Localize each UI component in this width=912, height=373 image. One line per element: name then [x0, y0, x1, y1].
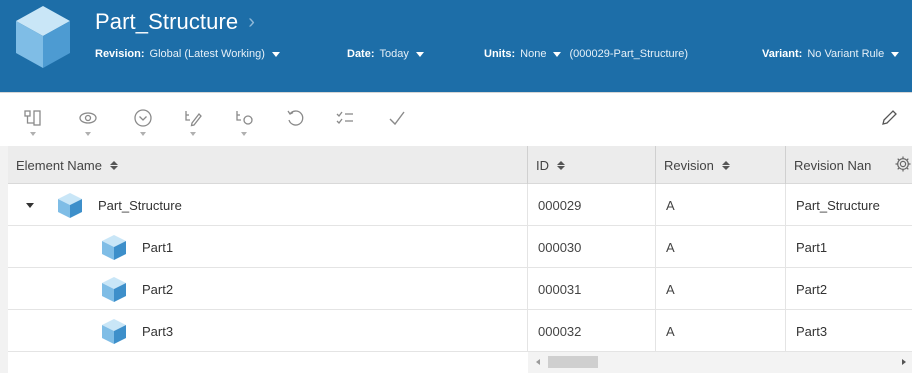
column-label: Revision Nan	[794, 157, 872, 173]
expand-toggle-icon[interactable]	[26, 202, 34, 208]
column-header-revision[interactable]: Revision	[656, 146, 786, 184]
part-cube-icon	[102, 319, 126, 344]
units-value: None	[520, 48, 547, 60]
chevron-down-icon[interactable]	[190, 132, 196, 136]
undo-icon[interactable]	[284, 107, 306, 129]
revision-label: Revision:	[95, 48, 145, 60]
edit-structure-icon[interactable]	[182, 107, 204, 129]
element-name-cell: Part_Structure	[8, 184, 528, 226]
chevron-down-icon	[271, 51, 280, 57]
checklist-icon[interactable]	[334, 107, 356, 129]
date-label: Date:	[347, 48, 375, 60]
chevron-down-icon[interactable]	[241, 132, 247, 136]
chevron-down-icon[interactable]	[140, 132, 146, 136]
revision-name-cell: Part_Structure	[796, 197, 880, 213]
horizontal-scrollbar[interactable]	[528, 352, 912, 373]
revision-cell: A	[656, 310, 786, 352]
left-gutter	[0, 146, 8, 373]
gear-icon[interactable]	[894, 155, 912, 173]
scroll-right-icon[interactable]	[902, 359, 906, 365]
sort-icon[interactable]	[557, 160, 565, 170]
eye-icon[interactable]	[77, 107, 99, 129]
scroll-left-icon[interactable]	[536, 359, 540, 365]
revision-cell: A	[656, 184, 786, 226]
revision-value: Global (Latest Working)	[149, 48, 265, 60]
object-header: Part_Structure › Revision: Global (Lates…	[0, 0, 912, 92]
breadcrumb-chevron-icon[interactable]: ›	[248, 8, 255, 36]
units-selector[interactable]: Units: None (000029-Part_Structure)	[484, 48, 688, 60]
variant-selector[interactable]: Variant: No Variant Rule	[762, 48, 900, 60]
table-row[interactable]: Part2 000031 A Part2	[8, 268, 912, 310]
table-row[interactable]: Part_Structure 000029 A Part_Structure	[8, 184, 912, 226]
revision-name-cell: Part3	[796, 323, 828, 339]
revision-cell: A	[656, 226, 786, 268]
scrollbar-thumb[interactable]	[548, 356, 598, 368]
chevron-down-icon[interactable]	[85, 132, 91, 136]
element-name[interactable]: Part2	[142, 282, 173, 297]
revision-name-cell: Part1	[796, 239, 828, 255]
column-label: Element Name	[16, 157, 102, 173]
chevron-down-icon	[553, 51, 562, 57]
chevron-down-icon	[415, 51, 424, 57]
table-row[interactable]: Part1 000030 A Part1	[8, 226, 912, 268]
part-cube-icon	[102, 277, 126, 302]
revision-name-cell: Part2	[796, 281, 828, 297]
variant-label: Variant:	[762, 48, 803, 60]
element-name-cell: Part2	[8, 268, 528, 310]
context-bar: Revision: Global (Latest Working) Date: …	[0, 48, 912, 68]
id-cell: 000029	[528, 184, 656, 226]
date-value: Today	[379, 48, 409, 60]
units-label: Units:	[484, 48, 516, 60]
column-header-element-name[interactable]: Element Name	[8, 146, 528, 184]
column-label: Revision	[664, 157, 714, 173]
variant-value: No Variant Rule	[807, 48, 885, 60]
pencil-icon[interactable]	[878, 107, 900, 129]
toolbar	[0, 92, 912, 146]
chevron-circle-icon[interactable]	[132, 107, 154, 129]
chevron-down-icon[interactable]	[30, 132, 36, 136]
id-cell: 000031	[528, 268, 656, 310]
element-name[interactable]: Part_Structure	[98, 198, 182, 213]
table-header: Element Name ID Revision Revision Nan	[8, 146, 912, 184]
title-row: Part_Structure ›	[95, 8, 255, 36]
units-context: (000029-Part_Structure)	[569, 48, 689, 60]
link-structure-icon[interactable]	[233, 107, 255, 129]
structure-icon[interactable]	[22, 107, 44, 129]
element-name-cell: Part3	[8, 310, 528, 352]
page-title: Part_Structure	[95, 9, 239, 34]
sort-icon[interactable]	[109, 160, 118, 170]
element-name[interactable]: Part3	[142, 324, 173, 339]
date-selector[interactable]: Date: Today	[347, 48, 424, 60]
part-cube-icon	[58, 193, 82, 218]
column-header-revision-name[interactable]: Revision Nan	[786, 146, 912, 184]
sort-icon[interactable]	[721, 160, 730, 170]
chevron-down-icon	[891, 51, 900, 57]
part-cube-icon	[102, 235, 126, 260]
column-label: ID	[536, 157, 549, 173]
id-cell: 000032	[528, 310, 656, 352]
revision-rule-selector[interactable]: Revision: Global (Latest Working)	[95, 48, 280, 60]
element-name[interactable]: Part1	[142, 240, 173, 255]
column-header-id[interactable]: ID	[528, 146, 656, 184]
element-name-cell: Part1	[8, 226, 528, 268]
checkmark-icon[interactable]	[386, 107, 408, 129]
revision-cell: A	[656, 268, 786, 310]
id-cell: 000030	[528, 226, 656, 268]
table-row[interactable]: Part3 000032 A Part3	[8, 310, 912, 352]
